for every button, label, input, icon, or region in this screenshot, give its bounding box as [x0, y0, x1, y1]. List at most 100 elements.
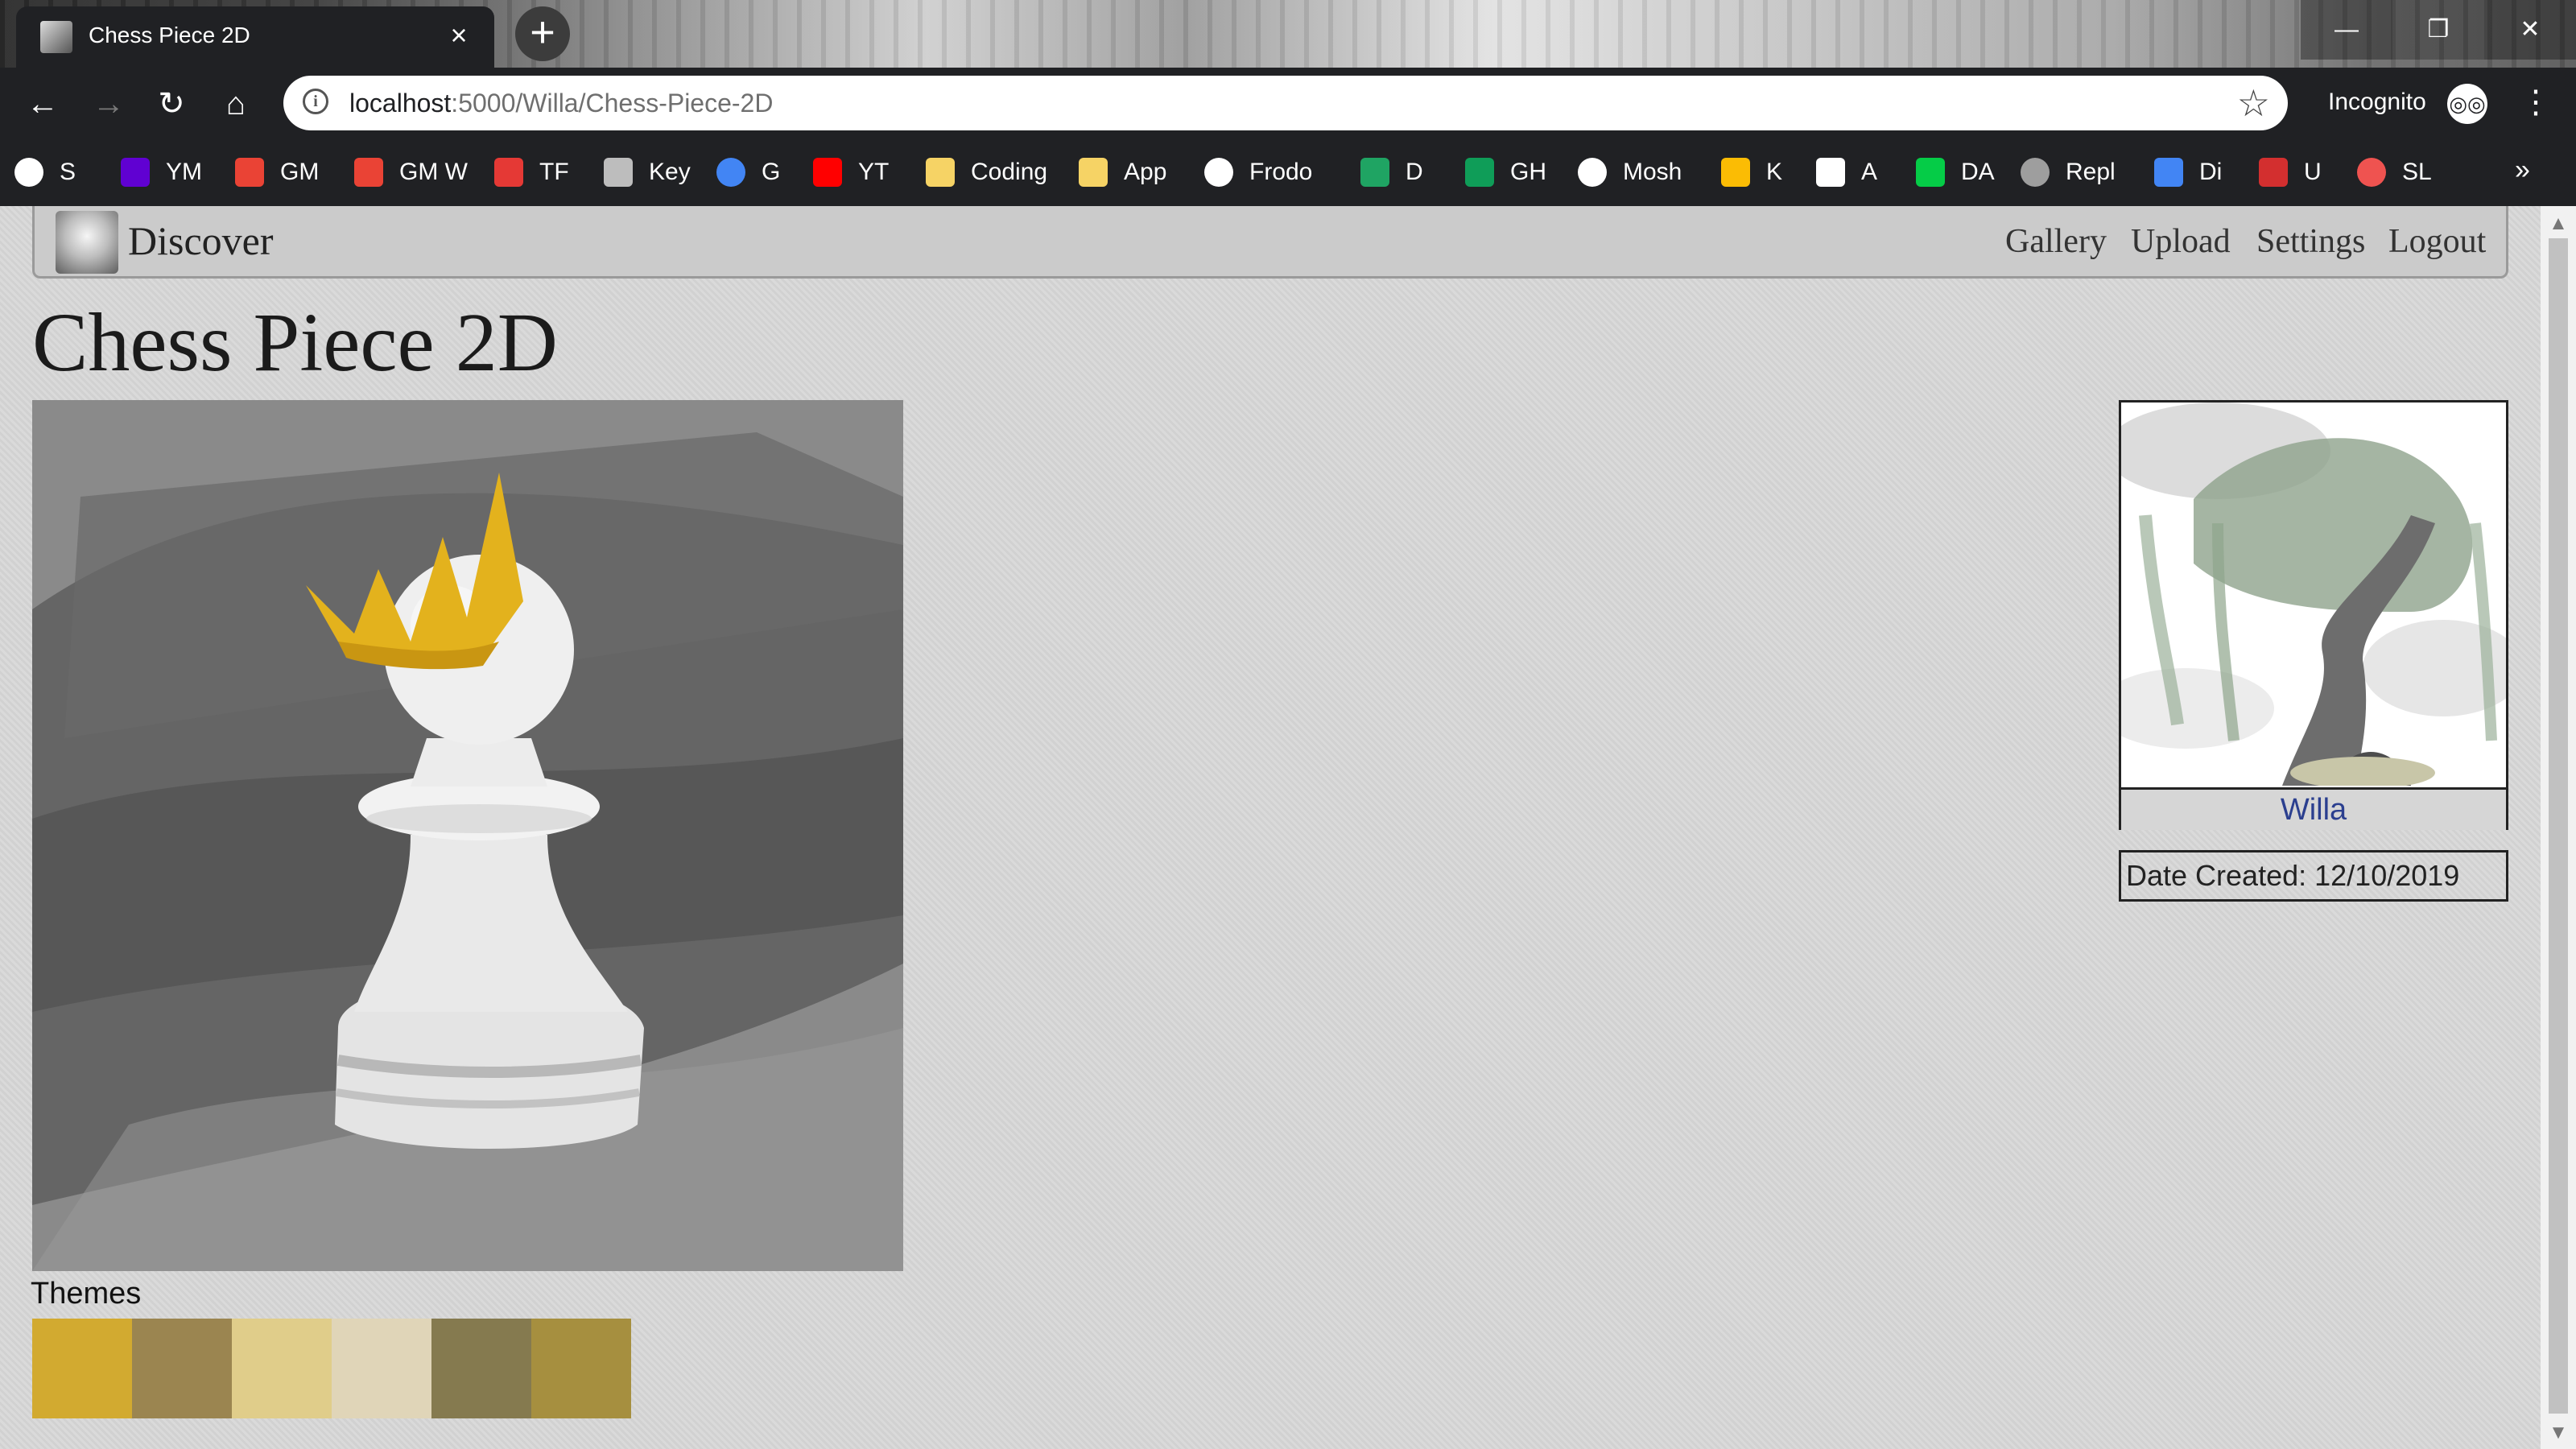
bookmark-label: K	[1766, 159, 1783, 185]
back-icon[interactable]: ←	[23, 84, 63, 124]
google-icon	[716, 158, 745, 187]
bookmark-app[interactable]: App	[1079, 155, 1166, 190]
nav-logout-link[interactable]: Logout	[2388, 222, 2486, 261]
bookmark-repl[interactable]: Repl	[2021, 155, 2116, 190]
forward-icon[interactable]: →	[89, 84, 129, 124]
drive-icon	[1360, 158, 1389, 187]
gmail-icon	[235, 158, 264, 187]
close-tab-icon[interactable]: ×	[443, 18, 475, 53]
theme-swatch	[32, 1319, 132, 1418]
scroll-up-icon[interactable]: ▲	[2541, 213, 2576, 235]
incognito-icon[interactable]: ◎◎	[2447, 84, 2487, 124]
bookmark-s[interactable]: S	[14, 155, 76, 190]
maximize-button[interactable]: ❐	[2392, 0, 2484, 60]
tab-favicon-icon	[40, 21, 72, 53]
bookmark-di[interactable]: Di	[2154, 155, 2222, 190]
bookmark-gh[interactable]: GH	[1465, 155, 1546, 190]
date-created: Date Created: 12/10/2019	[2119, 850, 2508, 902]
url-host: localhost	[349, 89, 452, 118]
artist-card[interactable]: Willa	[2119, 400, 2508, 830]
bookmark-d[interactable]: D	[1360, 155, 1423, 190]
bookmark-g[interactable]: G	[716, 155, 780, 190]
reload-icon[interactable]: ↻	[151, 84, 192, 124]
artist-name-link[interactable]: Willa	[2121, 787, 2506, 830]
bookmark-k[interactable]: K	[1721, 155, 1782, 190]
url-path: :5000/Willa/Chess-Piece-2D	[451, 89, 774, 118]
bookmark-frodo[interactable]: Frodo	[1204, 155, 1312, 190]
scroll-down-icon[interactable]: ▼	[2541, 1422, 2576, 1444]
bookmark-label: Repl	[2066, 159, 2116, 185]
theme-swatch	[232, 1319, 332, 1418]
bookmark-coding[interactable]: Coding	[926, 155, 1047, 190]
site-logo[interactable]	[56, 211, 118, 274]
new-tab-button[interactable]: +	[515, 6, 570, 61]
bookmark-yt[interactable]: YT	[813, 155, 889, 190]
globe-icon	[1578, 158, 1607, 187]
page-content: Discover Gallery Upload Settings Logout …	[0, 206, 2541, 1449]
theme-swatch	[332, 1319, 431, 1418]
info-icon[interactable]: i	[303, 89, 328, 114]
repl-icon	[2021, 158, 2050, 187]
gmail-icon	[354, 158, 383, 187]
bookmark-label: SL	[2402, 159, 2432, 185]
sl-icon	[2357, 158, 2386, 187]
bookmark-label: U	[2304, 159, 2322, 185]
incognito-label: Incognito	[2328, 89, 2426, 115]
bookmarks-bar: S YM GM GM W TF Key G YT Coding App Frodo D GH Mosh K A…	[0, 138, 2576, 206]
bookmark-label: Mosh	[1623, 159, 1682, 185]
bookmark-star-icon[interactable]: ☆	[2237, 82, 2270, 124]
bookmark-tf[interactable]: TF	[494, 155, 569, 190]
page-title: Chess Piece 2D	[32, 296, 558, 389]
bookmark-label: S	[60, 159, 76, 185]
bookmark-mosh[interactable]: Mosh	[1578, 155, 1682, 190]
bookmark-label: Di	[2199, 159, 2223, 185]
calendar-icon	[2154, 158, 2183, 187]
bookmark-label: D	[1406, 159, 1423, 185]
bookmark-ym[interactable]: YM	[121, 155, 202, 190]
theme-swatch	[531, 1319, 631, 1418]
bookmark-label: Key	[649, 159, 691, 185]
bookmarks-overflow-icon[interactable]: »	[2515, 155, 2530, 186]
home-icon[interactable]: ⌂	[216, 84, 256, 124]
nav-gallery-link[interactable]: Gallery	[2005, 222, 2107, 261]
hangouts-icon	[1465, 158, 1494, 187]
nav-upload-link[interactable]: Upload	[2131, 222, 2231, 261]
bookmark-label: DA	[1961, 159, 1995, 185]
artist-avatar[interactable]	[2121, 402, 2506, 786]
minimize-button[interactable]: —	[2301, 0, 2392, 60]
bookmark-label: Frodo	[1249, 159, 1313, 185]
theme-swatches	[32, 1319, 631, 1418]
url-text[interactable]: localhost:5000/Willa/Chess-Piece-2D	[349, 89, 773, 118]
bookmark-gm[interactable]: GM	[235, 155, 319, 190]
bookmark-label: GM W	[399, 159, 468, 185]
menu-icon[interactable]: ⋮	[2520, 82, 2552, 122]
bookmark-label: A	[1861, 159, 1878, 185]
site-navbar: Discover Gallery Upload Settings Logout	[32, 206, 2508, 279]
close-window-button[interactable]: ✕	[2484, 0, 2576, 60]
bookmark-sl[interactable]: SL	[2357, 155, 2432, 190]
bookmark-gm-w[interactable]: GM W	[354, 155, 468, 190]
bookmark-label: YT	[858, 159, 890, 185]
yahoo-icon	[121, 158, 150, 187]
bookmark-label: GH	[1510, 159, 1546, 185]
bookmark-a[interactable]: A	[1816, 155, 1877, 190]
bookmark-label: TF	[539, 159, 569, 185]
bookmark-label: GM	[280, 159, 320, 185]
bookmark-u[interactable]: U	[2259, 155, 2322, 190]
folder-icon	[926, 158, 955, 187]
scroll-thumb[interactable]	[2549, 238, 2568, 1414]
nav-brand-discover[interactable]: Discover	[128, 217, 274, 264]
key-icon	[604, 158, 633, 187]
nav-settings-link[interactable]: Settings	[2256, 222, 2365, 261]
scrollbar[interactable]: ▲ ▼	[2541, 206, 2576, 1449]
tab-title: Chess Piece 2D	[89, 23, 250, 47]
browser-toolbar: ← → ↻ ⌂ i localhost:5000/Willa/Chess-Pie…	[0, 68, 2576, 138]
keep-icon	[1721, 158, 1750, 187]
bookmark-da[interactable]: DA	[1916, 155, 1995, 190]
browser-tab[interactable]: Chess Piece 2D ×	[16, 6, 494, 68]
bookmark-key[interactable]: Key	[604, 155, 691, 190]
theme-swatch	[132, 1319, 232, 1418]
theme-swatch	[431, 1319, 531, 1418]
address-bar[interactable]: i localhost:5000/Willa/Chess-Piece-2D ☆	[283, 76, 2288, 130]
amazon-icon	[1816, 158, 1845, 187]
